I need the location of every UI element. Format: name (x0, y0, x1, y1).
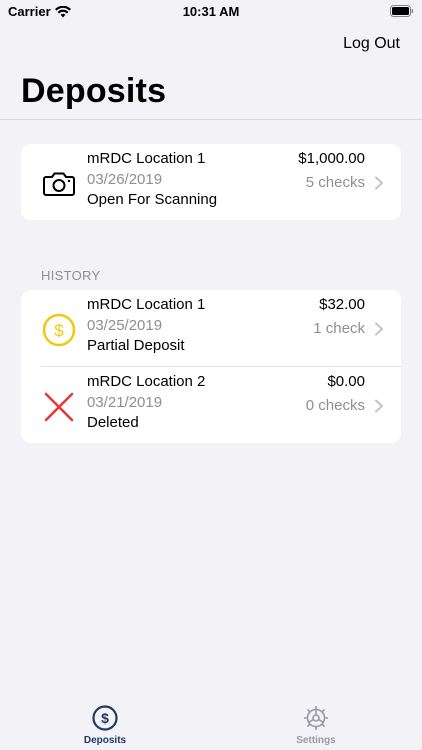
svg-text:$: $ (54, 321, 64, 340)
chevron-right-icon (375, 176, 383, 190)
status-time: 10:31 AM (182, 4, 240, 19)
page-title: Deposits (21, 72, 167, 110)
chevron-right-icon (375, 322, 383, 336)
history-card: $ mRDC Location 1 03/25/2019 Partial Dep… (21, 290, 401, 443)
tab-bar: $ Deposits Settings (0, 700, 422, 750)
current-deposit-card: mRDC Location 1 03/26/2019 Open For Scan… (21, 144, 401, 220)
dollar-circle-icon: $ (92, 705, 118, 731)
deposit-check-count: 5 checks (305, 174, 365, 191)
navigation-bar: Log Out Deposits (0, 24, 422, 120)
history-status: Deleted (87, 414, 139, 431)
camera-icon (39, 164, 79, 204)
deleted-x-icon (39, 387, 79, 427)
tab-deposits-label: Deposits (83, 735, 127, 746)
deposit-location: mRDC Location 1 (87, 150, 206, 167)
deposit-status: Open For Scanning (87, 191, 218, 208)
tab-settings[interactable]: Settings (271, 704, 361, 746)
deposit-amount: $1,000.00 (298, 150, 365, 167)
history-location: mRDC Location 1 (87, 296, 206, 313)
history-row[interactable]: mRDC Location 2 03/21/2019 Deleted $0.00… (21, 367, 401, 443)
logout-button[interactable]: Log Out (343, 35, 400, 53)
tab-deposits[interactable]: $ Deposits (60, 704, 150, 746)
current-deposit-row[interactable]: mRDC Location 1 03/26/2019 Open For Scan… (21, 144, 401, 220)
history-status: Partial Deposit (87, 337, 185, 354)
svg-text:$: $ (101, 710, 109, 726)
dollar-coin-icon: $ (39, 310, 79, 350)
history-amount: $0.00 (327, 373, 365, 390)
history-amount: $32.00 (319, 296, 365, 313)
history-date: 03/25/2019 (87, 317, 163, 334)
deposit-date: 03/26/2019 (87, 171, 163, 188)
history-location: mRDC Location 2 (87, 373, 206, 390)
chevron-right-icon (375, 399, 383, 413)
battery-icon (390, 5, 414, 17)
status-bar: Carrier 10:31 AM (0, 0, 422, 24)
history-check-count: 1 check (313, 320, 365, 337)
history-check-count: 0 checks (305, 397, 365, 414)
tab-settings-label: Settings (296, 735, 336, 746)
history-date: 03/21/2019 (87, 394, 163, 411)
gear-icon (304, 706, 328, 730)
history-section-header: HISTORY (41, 268, 101, 283)
history-row[interactable]: $ mRDC Location 1 03/25/2019 Partial Dep… (21, 290, 401, 366)
